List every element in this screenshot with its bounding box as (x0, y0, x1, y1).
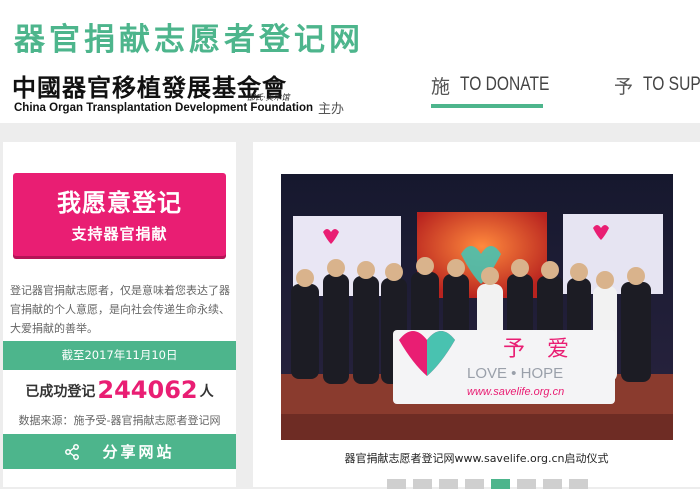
podium-text-2: 爱 (547, 337, 569, 362)
nav-to-support-label: TO SUPP (643, 74, 700, 95)
nav-to-support[interactable]: 予 TO SUPP (614, 62, 700, 108)
registered-label: 已成功登记 (25, 384, 96, 400)
slide-dot[interactable] (413, 479, 432, 489)
register-button-subtitle: 支持器官捐献 (71, 225, 168, 243)
data-source: 数据来源：施予受-器官捐献志愿者登记网 (18, 414, 221, 427)
logo-chinese-name: 中國器官移植發展基金會 (12, 73, 287, 102)
nav-to-donate[interactable]: 施 TO DONATE (431, 62, 549, 108)
slide-dot[interactable] (543, 479, 562, 489)
slideshow-panel: 予 爱 LOVE • HOPE www.savelife.org.cn 器官捐献… (253, 142, 700, 489)
share-icon (65, 443, 80, 460)
site-title[interactable]: 器官捐献志愿者登记网 (14, 14, 364, 59)
podium-text-1: 予 (503, 337, 525, 362)
slide-dot[interactable] (517, 479, 536, 489)
share-website-label: 分享网站 (102, 443, 175, 461)
register-button[interactable]: 我愿意登记 支持器官捐献 (13, 173, 226, 256)
sidebar: 我愿意登记 支持器官捐献 登记器官捐献志愿者，仅是意味着您表达了器官捐献的个人意… (3, 142, 236, 487)
slide-dot[interactable] (465, 479, 484, 489)
nav-active-indicator (431, 104, 543, 108)
register-button-title: 我愿意登记 (57, 188, 182, 217)
host-label: 主办 (318, 102, 345, 117)
slide-pagination (387, 479, 595, 489)
slide-caption[interactable]: 器官捐献志愿者登记网www.savelife.org.cn启动仪式 (253, 450, 700, 466)
podium-url: www.savelife.org.cn (467, 386, 564, 398)
as-of-date: 截至2017年11月10日 (3, 341, 236, 370)
registration-count: 已成功登记244062 人 (3, 376, 236, 404)
slide-dot[interactable] (387, 479, 406, 489)
ceremony-illustration: 予 爱 LOVE • HOPE www.savelife.org.cn (281, 174, 673, 440)
foundation-logo[interactable]: 中國器官移植發展基金會 邵氏·美术馆 China Organ Transplan… (12, 68, 314, 118)
share-website-button[interactable]: 分享网站 (3, 434, 236, 469)
registered-unit: 人 (199, 384, 214, 400)
registered-number: 244062 (97, 376, 198, 404)
nav-to-donate-glyph: 施 (431, 75, 451, 98)
slide-dot[interactable] (569, 479, 588, 489)
logo-english-name: China Organ Transplantation Development … (14, 102, 314, 114)
launch-ceremony-photo[interactable]: 予 爱 LOVE • HOPE www.savelife.org.cn (281, 174, 673, 440)
registration-description: 登记器官捐献志愿者，仅是意味着您表达了器官捐献的个人意愿，是向社会传递生命永续、… (10, 284, 230, 335)
podium-text-3: LOVE • HOPE (467, 365, 563, 382)
slide-dot[interactable] (439, 479, 458, 489)
nav-to-support-glyph: 予 (614, 75, 634, 98)
nav-to-donate-label: TO DONATE (460, 74, 550, 95)
slide-dot[interactable] (491, 479, 510, 489)
site-header: 器官捐献志愿者登记网 中國器官移植發展基金會 邵氏·美术馆 China Orga… (0, 0, 700, 123)
